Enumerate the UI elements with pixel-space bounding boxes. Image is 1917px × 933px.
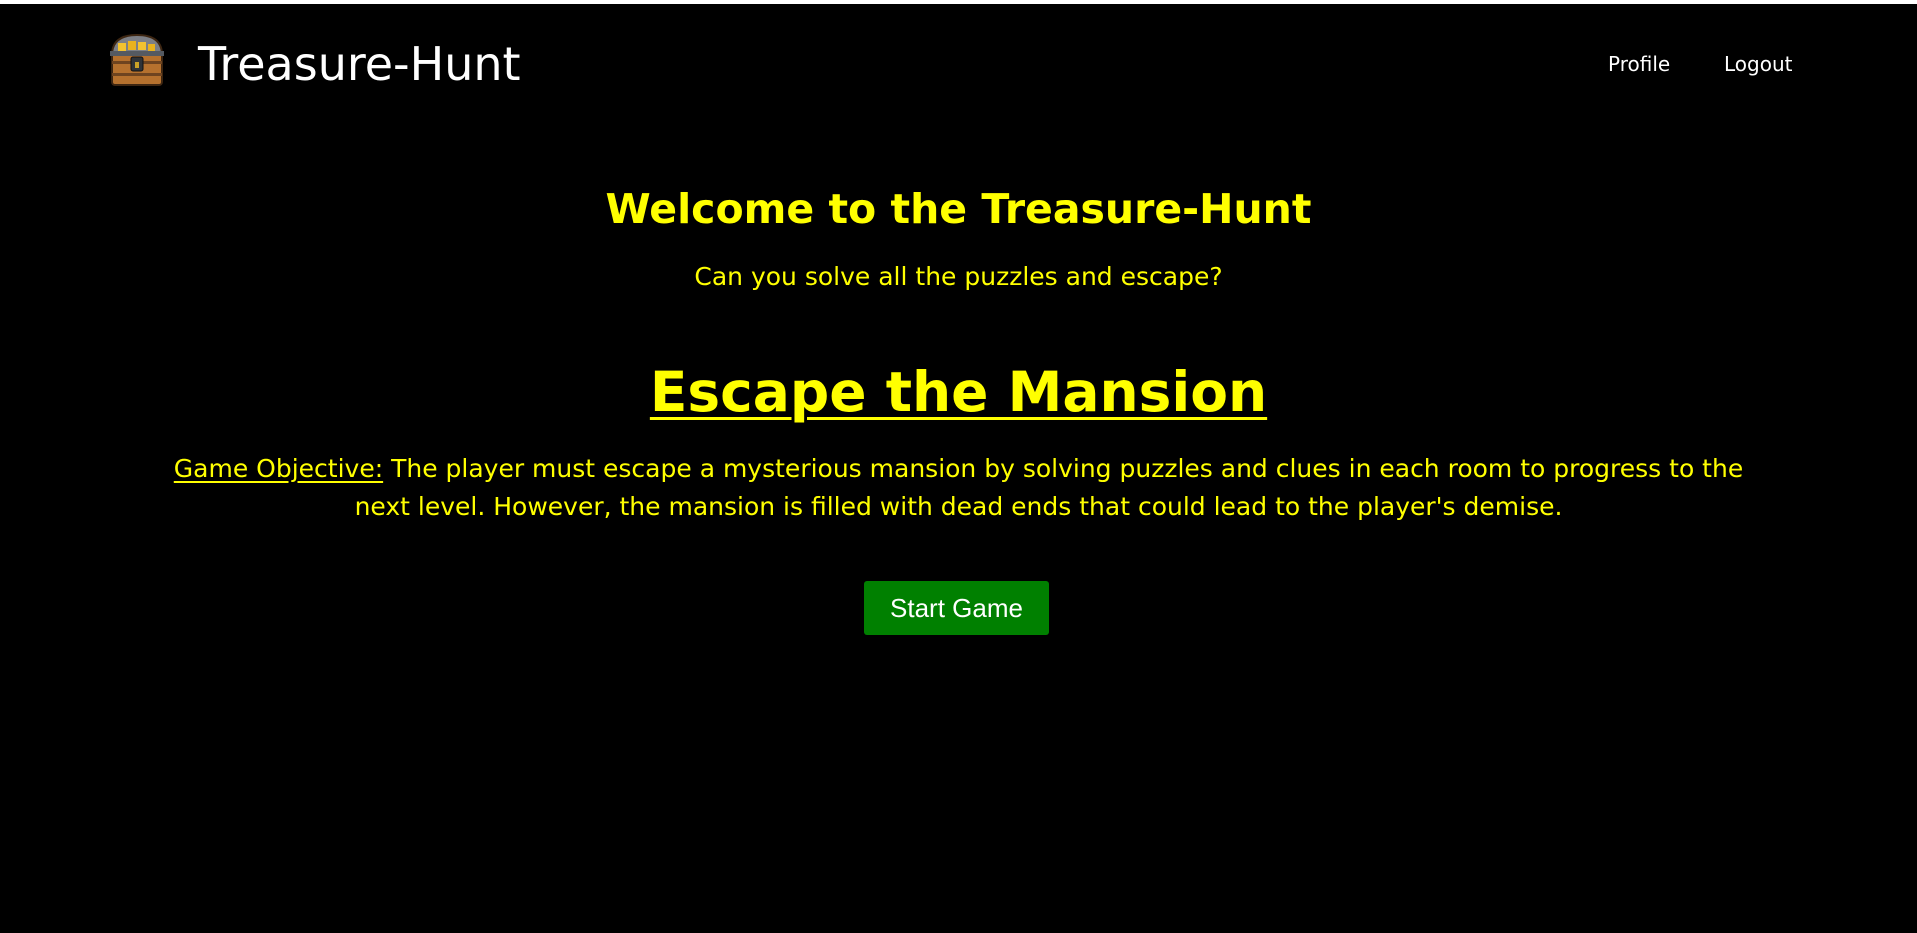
nav-logout-link[interactable]: Logout xyxy=(1724,50,1792,78)
start-game-button[interactable]: Start Game xyxy=(864,581,1049,635)
objective-label: Game Objective: xyxy=(173,454,384,483)
welcome-heading: Welcome to the Treasure-Hunt xyxy=(605,185,1312,233)
navbar: Treasure-Hunt Profile Logout xyxy=(0,4,1917,120)
treasure-chest-icon xyxy=(108,31,166,89)
tagline: Can you solve all the puzzles and escape… xyxy=(694,262,1223,291)
objective-text: The player must escape a mysterious mans… xyxy=(354,454,1744,521)
game-title: Escape the Mansion xyxy=(649,360,1268,424)
game-objective: Game Objective: The player must escape a… xyxy=(150,450,1767,526)
brand-title[interactable]: Treasure-Hunt xyxy=(198,34,521,94)
nav-profile-link[interactable]: Profile xyxy=(1608,50,1670,78)
